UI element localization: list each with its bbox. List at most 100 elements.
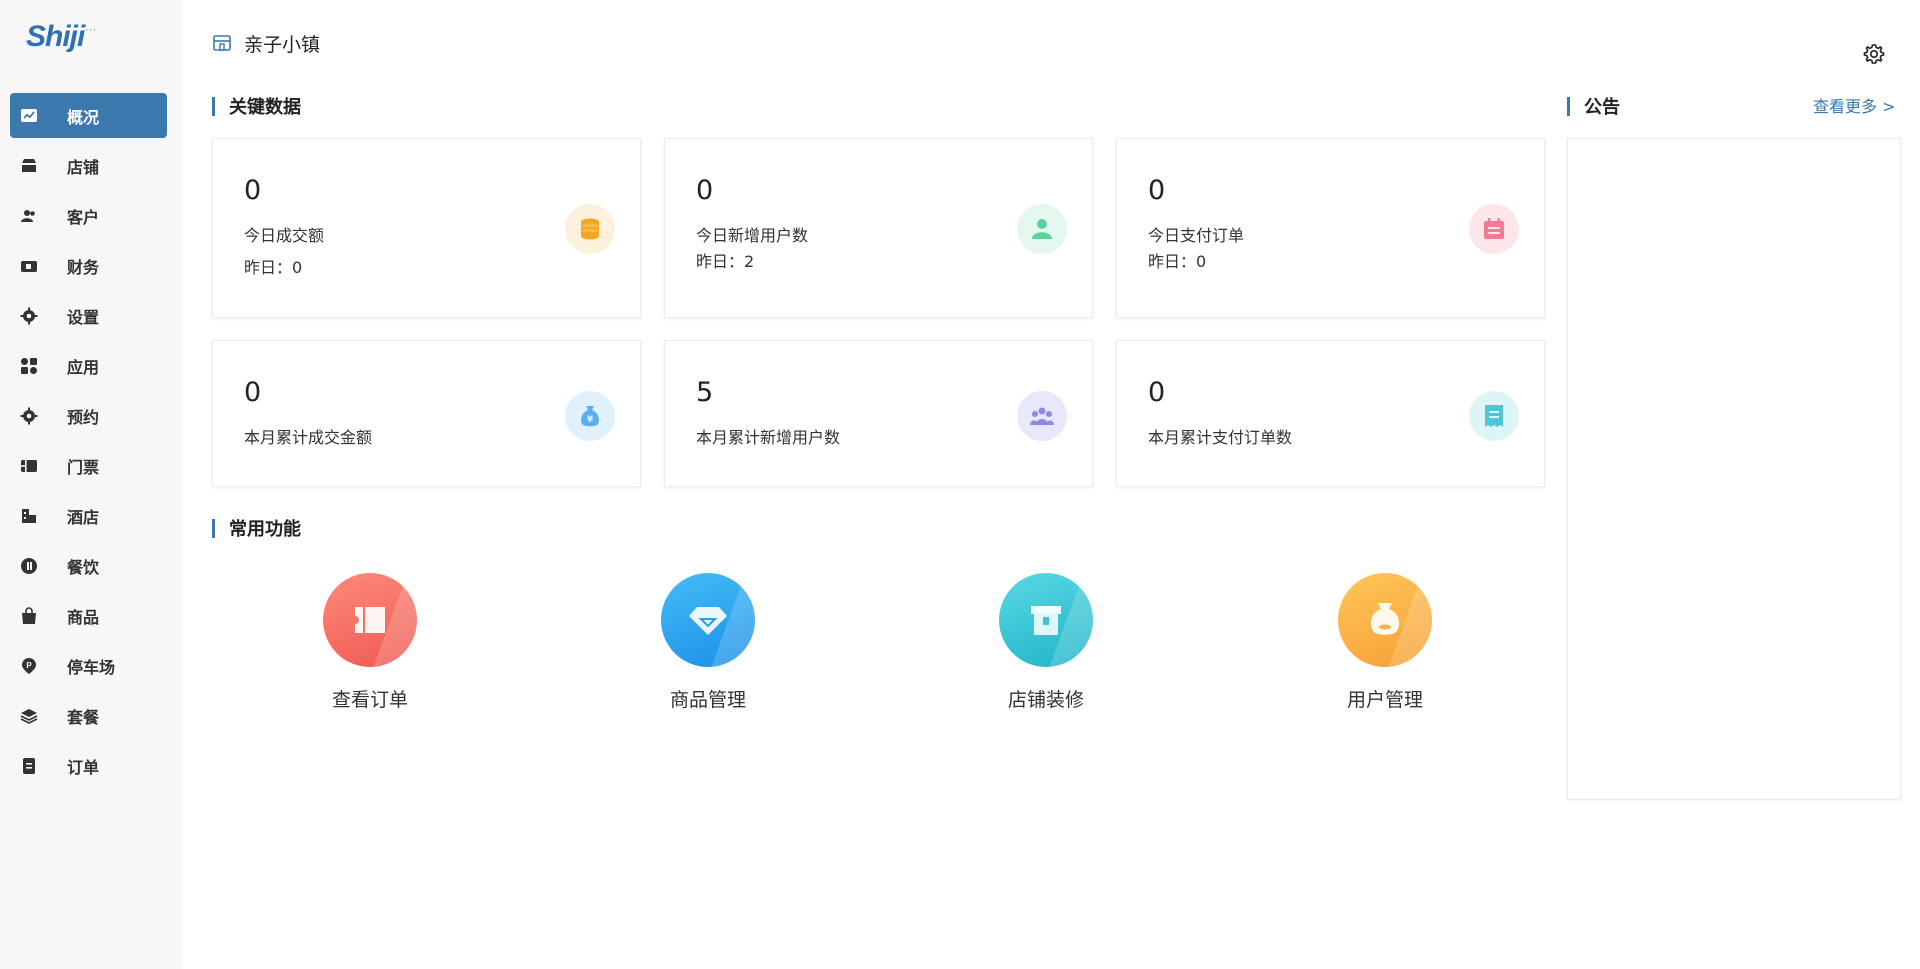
sidebar: Shiji ··· 概况 店铺 客户 财务 设置 应用 预约 门票 酒店 餐饮 … <box>0 0 182 969</box>
group-icon <box>1017 391 1067 441</box>
chart-icon <box>20 107 38 125</box>
sidebar-item-label: 财务 <box>67 257 100 277</box>
shop-name: 亲子小镇 <box>244 33 321 56</box>
bag-icon <box>20 607 38 625</box>
functions-title: 常用功能 <box>212 515 301 541</box>
sidebar-item-dining[interactable]: 餐饮 <box>10 543 167 588</box>
sidebar-item-orders[interactable]: 订单 <box>10 743 167 788</box>
sidebar-item-tickets[interactable]: 门票 <box>10 443 167 488</box>
stat-value: 0 <box>244 175 262 206</box>
stat-value: 0 <box>1148 377 1166 408</box>
money-bag-icon: ¥ <box>565 391 615 441</box>
gear-icon <box>20 307 38 325</box>
section-bar <box>212 96 215 116</box>
receipt-icon <box>1469 391 1519 441</box>
func-user-management[interactable]: 用户管理 <box>1305 573 1465 712</box>
store-icon <box>20 157 38 175</box>
func-label: 用户管理 <box>1346 689 1423 711</box>
stat-card-today-orders: 0 今日支付订单 昨日：0 <box>1116 138 1545 318</box>
sidebar-item-settings[interactable]: 设置 <box>10 293 167 338</box>
sidebar-nav: 概况 店铺 客户 财务 设置 应用 预约 门票 酒店 餐饮 商品 P 停车场 套… <box>0 93 182 793</box>
stat-value: 5 <box>696 377 714 408</box>
stat-label: 本月累计新增用户数 <box>696 428 841 447</box>
sidebar-item-label: 订单 <box>67 757 100 777</box>
sidebar-item-apps[interactable]: 应用 <box>10 343 167 388</box>
layers-icon <box>20 707 38 725</box>
sidebar-item-packages[interactable]: 套餐 <box>10 693 167 738</box>
sidebar-item-label: 概况 <box>67 107 100 127</box>
logo-text: Shiji <box>26 20 85 53</box>
app-root: Shiji ··· 概况 店铺 客户 财务 设置 应用 预约 门票 酒店 餐饮 … <box>0 0 1920 969</box>
parking-icon: P <box>20 657 38 675</box>
sidebar-item-products[interactable]: 商品 <box>10 593 167 638</box>
func-label: 商品管理 <box>669 689 746 711</box>
section-title-text: 常用功能 <box>229 519 301 540</box>
section-title-text: 公告 <box>1584 97 1620 118</box>
key-data-title: 关键数据 <box>212 93 301 119</box>
section-bar <box>1567 96 1570 116</box>
dining-icon <box>20 557 38 575</box>
sidebar-item-customers[interactable]: 客户 <box>10 193 167 238</box>
sidebar-item-parking[interactable]: P 停车场 <box>10 643 167 688</box>
sidebar-item-label: 餐饮 <box>67 557 100 577</box>
stat-sub: 昨日：0 <box>1148 252 1207 271</box>
stat-value: 0 <box>1148 175 1166 206</box>
calendar-icon <box>1469 204 1519 254</box>
order-icon <box>20 757 38 775</box>
section-bar <box>212 518 215 538</box>
sidebar-item-label: 门票 <box>67 457 100 477</box>
gear-icon <box>20 407 38 425</box>
stat-sub: 昨日：0 <box>244 258 303 277</box>
logo-dots-icon: ··· <box>85 26 97 36</box>
stat-value: 0 <box>696 175 714 206</box>
sidebar-item-overview[interactable]: 概况 <box>10 93 167 138</box>
stat-card-month-revenue: 0 本月累计成交金额 ¥ <box>212 340 641 487</box>
svg-text:¥: ¥ <box>587 415 594 425</box>
sidebar-item-label: 应用 <box>67 357 100 377</box>
sidebar-item-booking[interactable]: 预约 <box>10 393 167 438</box>
user-icon <box>1017 204 1067 254</box>
apps-icon <box>20 357 38 375</box>
sidebar-item-label: 商品 <box>67 607 100 627</box>
diamond-icon <box>661 573 755 667</box>
sidebar-item-label: 停车场 <box>67 657 116 677</box>
user-bag-icon <box>1338 573 1432 667</box>
logo: Shiji ··· <box>26 20 97 60</box>
notice-title: 公告 <box>1567 93 1620 119</box>
sidebar-item-store[interactable]: 店铺 <box>10 143 167 188</box>
store-icon <box>213 35 231 51</box>
coins-icon <box>565 204 615 254</box>
sidebar-item-label: 酒店 <box>67 507 100 527</box>
sidebar-item-finance[interactable]: 财务 <box>10 243 167 288</box>
sidebar-item-label: 预约 <box>67 407 100 427</box>
hotel-icon <box>20 507 38 525</box>
notice-more-link[interactable]: 查看更多 > <box>1813 93 1896 117</box>
sidebar-item-label: 客户 <box>67 207 100 227</box>
sidebar-item-label: 店铺 <box>67 157 100 177</box>
sidebar-item-label: 套餐 <box>67 707 100 727</box>
stat-sub: 昨日：2 <box>696 252 755 271</box>
func-view-orders[interactable]: 查看订单 <box>290 573 450 712</box>
stat-label: 本月累计成交金额 <box>244 428 373 447</box>
sidebar-item-hotel[interactable]: 酒店 <box>10 493 167 538</box>
sidebar-item-label: 设置 <box>67 307 100 327</box>
section-title-text: 关键数据 <box>229 97 301 118</box>
func-store-decoration[interactable]: 店铺装修 <box>966 573 1126 712</box>
page-header: 亲子小镇 <box>212 28 320 58</box>
settings-gear-icon[interactable] <box>1862 42 1886 66</box>
func-label: 查看订单 <box>331 689 408 711</box>
stat-card-today-users: 0 今日新增用户数 昨日：2 <box>664 138 1093 318</box>
users-icon <box>20 207 38 225</box>
stat-card-month-users: 5 本月累计新增用户数 <box>664 340 1093 487</box>
func-product-management[interactable]: 商品管理 <box>628 573 788 712</box>
wallet-icon <box>20 257 38 275</box>
stat-card-month-orders: 0 本月累计支付订单数 <box>1116 340 1545 487</box>
ticket-icon <box>20 457 38 475</box>
stat-value: 0 <box>244 377 262 408</box>
svg-text:P: P <box>26 661 32 670</box>
stat-label: 本月累计支付订单数 <box>1148 428 1293 447</box>
stat-label: 今日成交额 <box>244 226 325 245</box>
func-label: 店铺装修 <box>1007 689 1084 711</box>
stat-label: 今日支付订单 <box>1148 226 1245 245</box>
ticket-icon <box>323 573 417 667</box>
